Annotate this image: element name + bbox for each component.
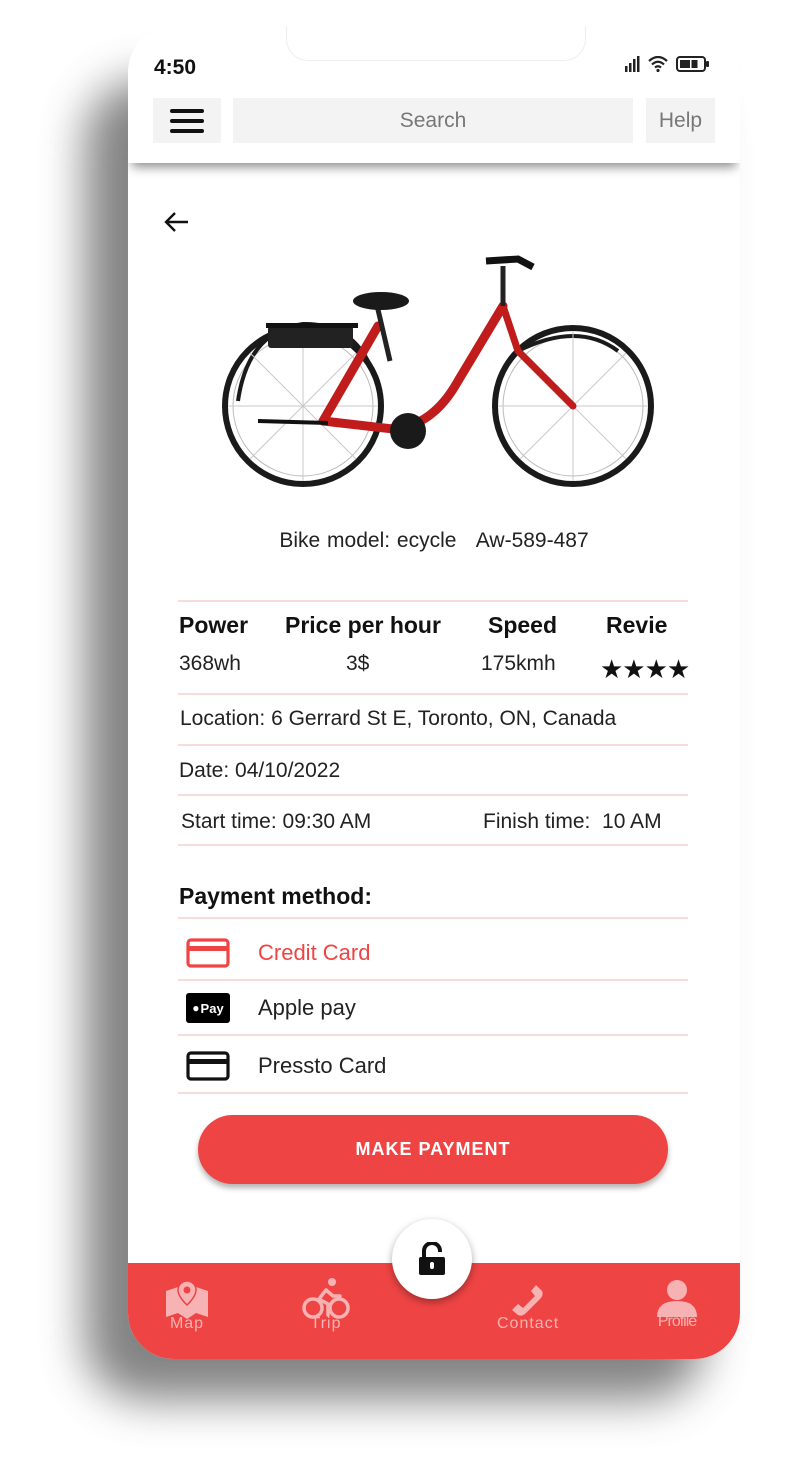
payment-option-label: Apple pay — [258, 995, 356, 1020]
date-text: Date: 04/10/2022 — [179, 759, 341, 782]
bike-model-label: Bike model: ecycle Aw-589-487 — [279, 529, 589, 552]
signal-icon — [625, 56, 640, 72]
rating-stars: ★★★★ — [600, 654, 690, 684]
unlock-icon — [419, 1242, 445, 1275]
nav-label: Contact — [497, 1315, 560, 1332]
payment-option-pressto-card[interactable]: Pressto Card — [178, 1039, 688, 1093]
divider — [178, 917, 688, 919]
nav-item-profile[interactable]: Profile — [655, 1279, 699, 1331]
menu-button[interactable] — [153, 98, 221, 143]
spec-header-speed: Speed — [488, 612, 558, 638]
payment-option-apple-pay[interactable]: ● Pay Apple pay — [178, 981, 688, 1035]
divider — [178, 693, 688, 695]
divider — [178, 1092, 688, 1094]
credit-card-icon — [186, 938, 230, 968]
divider — [178, 794, 688, 796]
payment-method-title: Payment method: — [179, 883, 372, 909]
divider — [178, 1034, 688, 1036]
location-text: Location: 6 Gerrard St E, Toronto, ON, C… — [180, 707, 617, 730]
finish-time-text: Finish time: 10 AM — [483, 810, 662, 833]
nav-item-trip[interactable]: Trip — [302, 1277, 350, 1333]
bike-motor — [390, 413, 426, 449]
user-icon — [657, 1280, 697, 1317]
bike-image — [222, 255, 654, 487]
apple-pay-badge-text: Pay — [200, 1000, 224, 1016]
nav-label: Map — [169, 1315, 205, 1332]
status-icons — [624, 56, 710, 72]
payment-option-label: Pressto Card — [258, 1053, 387, 1078]
nav-label: Trip — [310, 1315, 342, 1332]
back-button[interactable] — [162, 210, 190, 239]
bike-saddle — [353, 292, 409, 310]
bike-battery — [268, 326, 353, 348]
status-time: 4:50 — [154, 56, 197, 79]
payment-option-label: Credit Card — [258, 940, 371, 965]
spec-value-speed: 175kmh — [481, 652, 556, 675]
bike-handlebar — [485, 255, 535, 271]
top-app-bar: 4:50 Search Help — [128, 26, 740, 163]
search-input[interactable]: Search — [233, 98, 633, 143]
spec-value-price: 3$ — [346, 652, 370, 675]
spec-header-review: Revie — [606, 612, 668, 638]
nav-label: Profile — [657, 1313, 697, 1330]
help-button[interactable]: Help — [646, 98, 715, 143]
make-payment-button[interactable]: MAKE PAYMENT — [198, 1115, 668, 1184]
nav-item-map[interactable]: Map — [164, 1279, 210, 1333]
payment-option-credit-card[interactable]: Credit Card — [178, 926, 688, 980]
spec-header-power: Power — [179, 612, 249, 638]
divider — [178, 844, 688, 846]
battery-icon — [676, 56, 709, 72]
phone-icon — [512, 1285, 543, 1316]
spec-value-power: 368wh — [179, 652, 241, 675]
card-icon — [186, 1051, 230, 1081]
bicycle-icon — [302, 1278, 350, 1319]
start-time-text: Start time: 09:30 AM — [181, 810, 372, 833]
spec-header-price: Price per hour — [285, 612, 441, 638]
arrow-left-icon — [164, 212, 188, 232]
apple-pay-icon: ● Pay — [186, 993, 230, 1023]
phone-screen: 4:50 Search Help Bike model: ecycle Aw-5… — [128, 26, 740, 1359]
unlock-button[interactable] — [392, 1219, 472, 1299]
hamburger-menu-icon — [170, 108, 204, 133]
map-icon — [166, 1280, 208, 1319]
search-placeholder: Search — [399, 108, 467, 132]
divider — [178, 744, 688, 746]
divider — [178, 600, 688, 602]
device-notch — [286, 26, 586, 61]
nav-item-contact[interactable]: Contact — [497, 1283, 559, 1333]
wifi-icon — [648, 56, 668, 72]
